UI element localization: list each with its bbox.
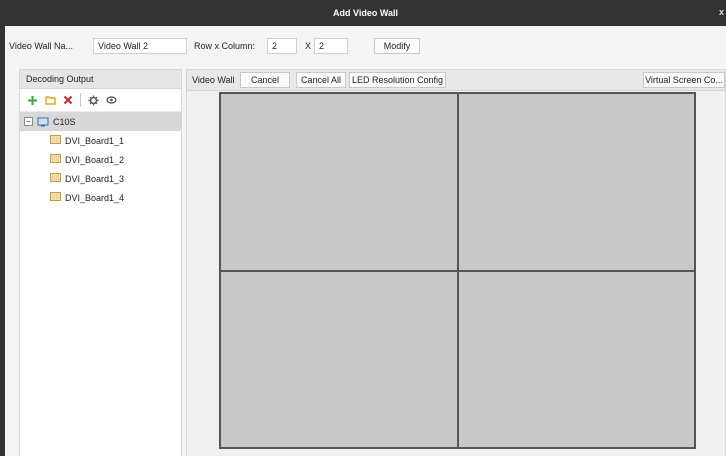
title-bar: Add Video Wall x (5, 0, 726, 26)
output-label: DVI_Board1_2 (65, 154, 125, 165)
toolbar-divider (80, 93, 81, 107)
cancel-button[interactable]: Cancel (240, 72, 290, 88)
times-label: X (305, 41, 312, 51)
list-item[interactable]: DVI_Board1_4 (20, 188, 181, 207)
led-resolution-config-button[interactable]: LED Resolution Config (349, 72, 446, 88)
modify-button[interactable]: Modify (374, 38, 420, 54)
output-label: DVI_Board1_1 (65, 135, 125, 146)
wall-name-label: Video Wall Na... (9, 41, 74, 51)
screen-cell-1-2[interactable] (457, 93, 695, 271)
dvi-output-icon (50, 154, 61, 165)
tree-node-c10s[interactable]: − C10S (20, 112, 181, 131)
row-column-label: Row x Column: (194, 41, 256, 51)
add-video-wall-dialog: Add Video Wall x Video Wall Na... Row x … (0, 0, 726, 456)
video-wall-panel: Video Wall Cancel Cancel All LED Resolut… (186, 69, 726, 456)
rows-input[interactable] (267, 38, 297, 54)
cancel-all-button[interactable]: Cancel All (296, 72, 346, 88)
panel-toolbar (20, 89, 181, 112)
decoding-output-list: DVI_Board1_1 DVI_Board1_2 DVI_Board1_3 D… (20, 131, 181, 207)
decoding-output-panel: Decoding Output − C10S DVI_Board1_1 DVI_… (19, 69, 182, 456)
columns-input[interactable] (314, 38, 348, 54)
virtual-screen-config-button[interactable]: Virtual Screen Co... (643, 72, 725, 88)
video-wall-label: Video Wall (192, 75, 235, 85)
window-edge (0, 0, 5, 456)
add-icon[interactable] (26, 94, 38, 106)
output-label: DVI_Board1_3 (65, 173, 125, 184)
close-icon[interactable]: x (719, 7, 724, 17)
tree-root-label: C10S (53, 116, 76, 127)
window-title: Add Video Wall (332, 8, 398, 18)
video-wall-toolbar: Video Wall Cancel Cancel All LED Resolut… (187, 70, 725, 91)
dvi-output-icon (50, 173, 61, 184)
list-item[interactable]: DVI_Board1_2 (20, 150, 181, 169)
view-icon[interactable] (105, 94, 117, 106)
wall-settings-row: Video Wall Na... Row x Column: X Modify (5, 26, 726, 68)
list-item[interactable]: DVI_Board1_3 (20, 169, 181, 188)
folder-icon[interactable] (44, 94, 56, 106)
panel-header: Decoding Output (20, 70, 181, 89)
dvi-output-icon (50, 192, 61, 203)
wall-name-input[interactable] (93, 38, 187, 54)
screen-cell-2-1[interactable] (220, 270, 458, 448)
video-wall-grid (219, 92, 696, 449)
list-item[interactable]: DVI_Board1_1 (20, 131, 181, 150)
collapse-icon[interactable]: − (24, 117, 33, 126)
decoder-device-icon (37, 117, 49, 127)
settings-icon[interactable] (87, 94, 99, 106)
output-label: DVI_Board1_4 (65, 192, 125, 203)
delete-icon[interactable] (62, 94, 74, 106)
screen-cell-1-1[interactable] (220, 93, 458, 271)
dvi-output-icon (50, 135, 61, 146)
screen-cell-2-2[interactable] (457, 270, 695, 448)
